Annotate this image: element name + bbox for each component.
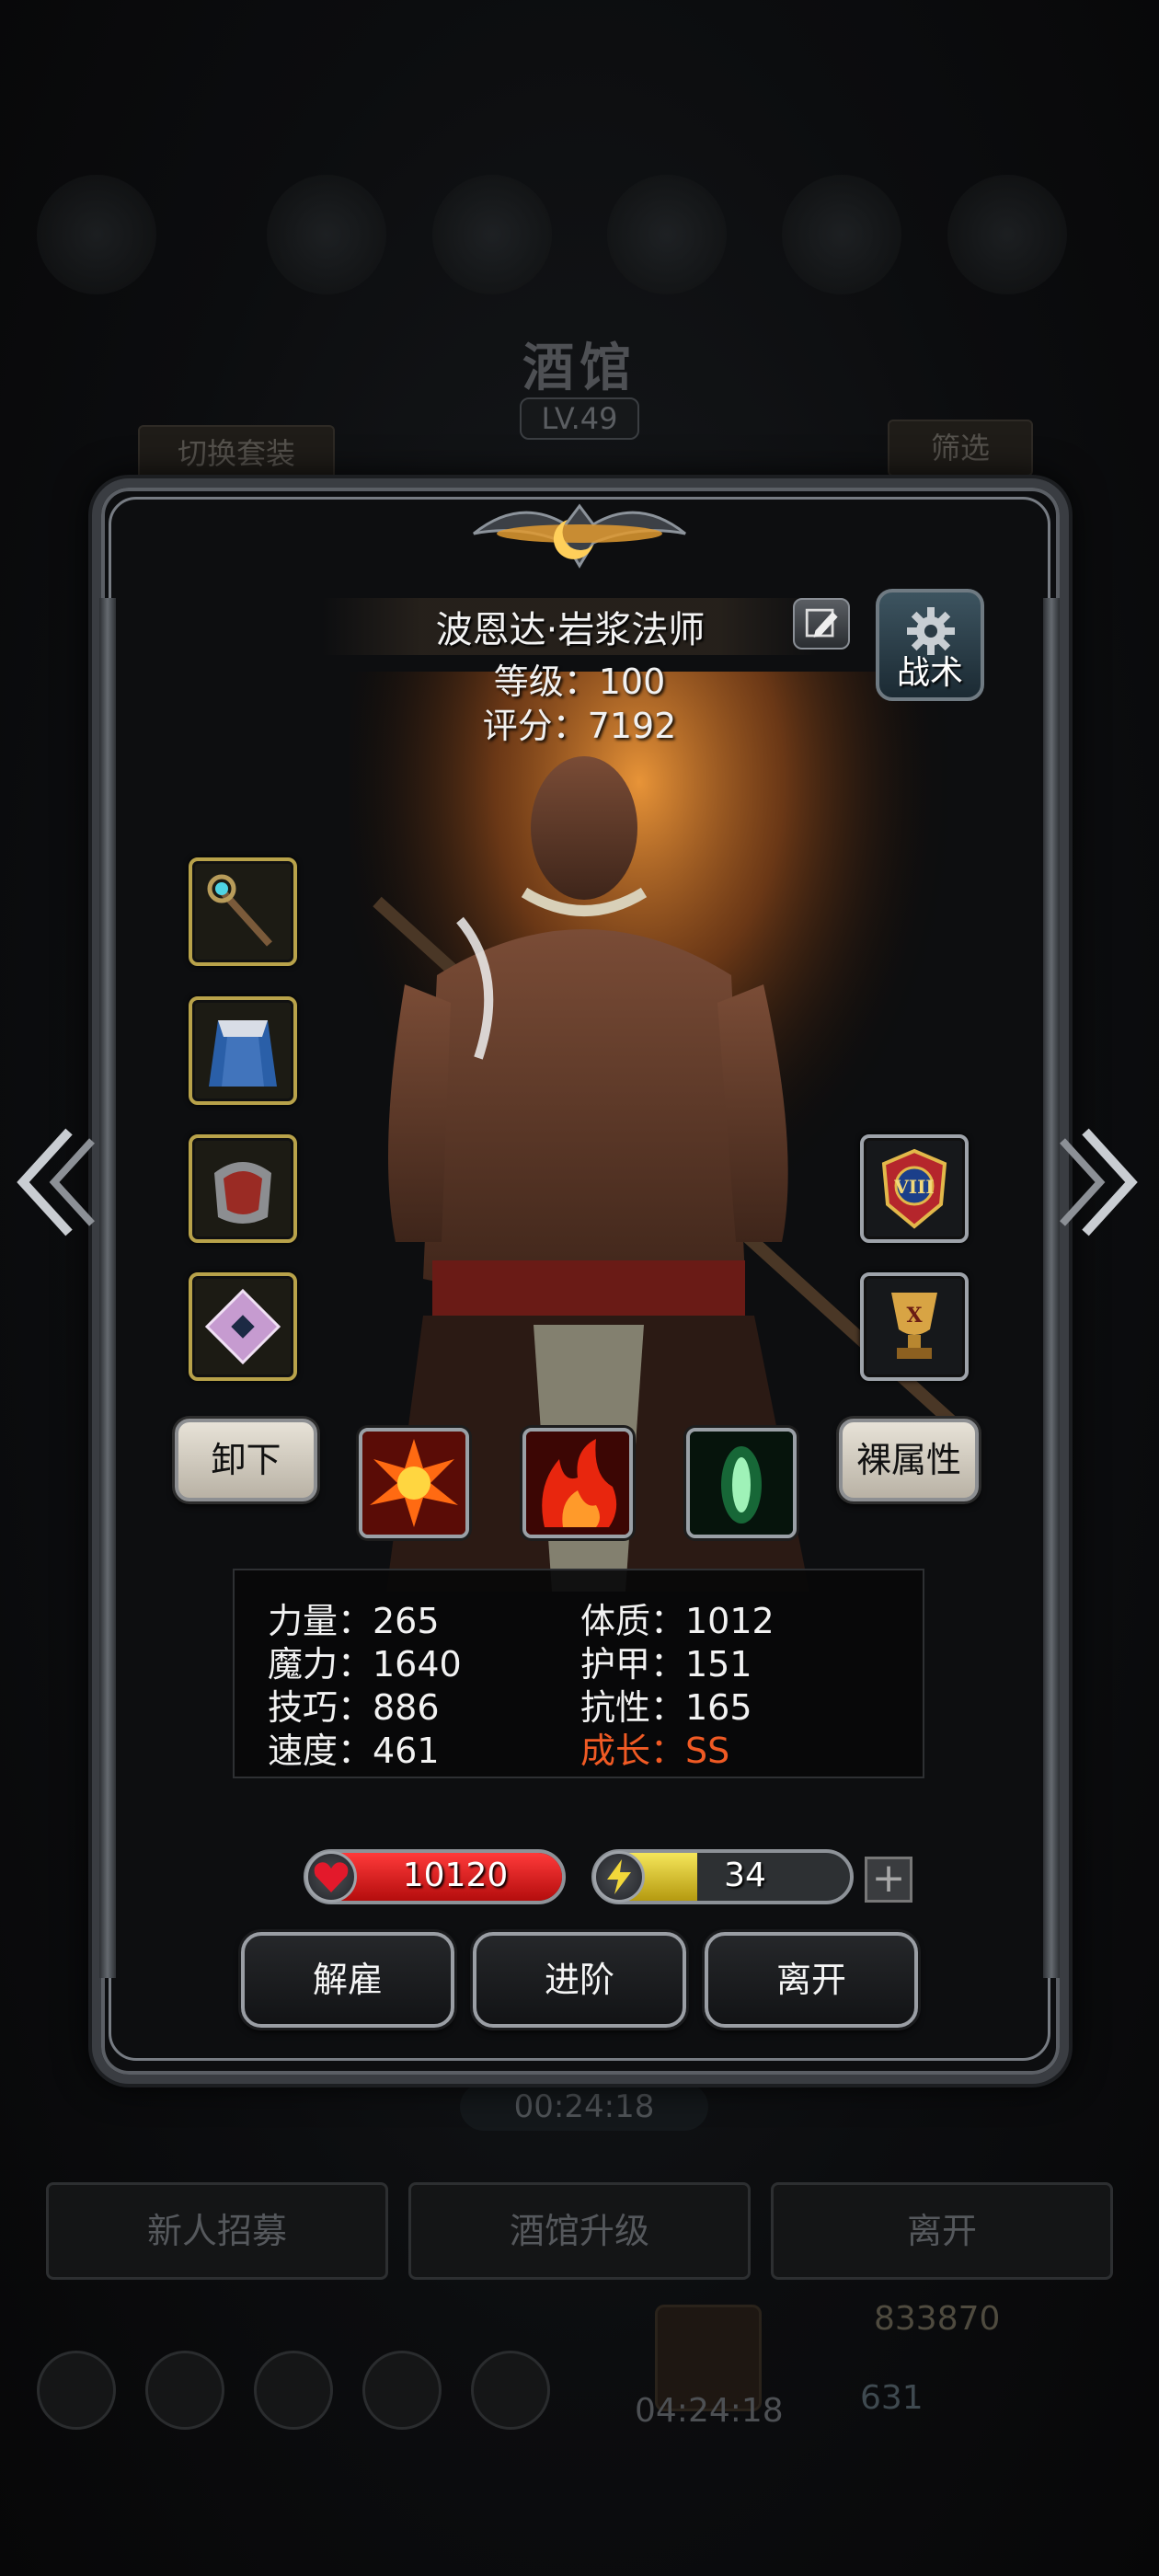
- trophy-icon: X: [891, 1293, 937, 1359]
- bg-icon: [37, 175, 156, 294]
- add-energy-button[interactable]: +: [865, 1857, 912, 1903]
- tactics-button[interactable]: 战术: [876, 589, 984, 701]
- background-leave-button: 离开: [771, 2182, 1113, 2280]
- background-timer-bottom: 04:24:18: [635, 2392, 784, 2430]
- bg-round-icon: [362, 2351, 442, 2430]
- frame-edge-left: [99, 598, 116, 1978]
- filter-button: 筛选: [888, 420, 1033, 477]
- heart-glyph: [314, 1862, 349, 1892]
- hero-name: 波恩达·岩浆法师: [435, 609, 706, 651]
- flame-icon: [526, 1432, 629, 1535]
- tactics-label: 战术: [896, 654, 963, 692]
- skill-slot-3[interactable]: [686, 1428, 797, 1538]
- bg-icon: [607, 175, 727, 294]
- tavern-level: LV.49: [520, 397, 639, 440]
- trophy-badge[interactable]: X: [860, 1272, 969, 1381]
- stat-speed: 速度：461: [268, 1731, 440, 1771]
- unequip-button[interactable]: 卸下: [175, 1419, 317, 1501]
- pencil-icon: [805, 608, 838, 638]
- equip-slot-rune[interactable]: [189, 1272, 297, 1381]
- recruit-button: 新人招募: [46, 2182, 388, 2280]
- equip-slot-weapon[interactable]: [189, 857, 297, 966]
- bg-round-icon: [37, 2351, 116, 2430]
- trophy-badge-text: X: [906, 1304, 923, 1328]
- bg-round-icon: [471, 2351, 550, 2430]
- swap-outfit-button: 切换套装: [138, 425, 335, 482]
- tavern-title: 酒馆: [522, 338, 637, 398]
- bg-icon: [947, 175, 1067, 294]
- rune-icon: [204, 1288, 281, 1365]
- bracer-icon: [214, 1162, 271, 1224]
- crescent-emblem-icon: [473, 503, 686, 569]
- skill-slot-2[interactable]: [522, 1428, 633, 1538]
- staff-icon: [207, 874, 272, 947]
- bg-icon: [782, 175, 901, 294]
- bg-icon: [267, 175, 386, 294]
- background-top-icons: [37, 175, 1122, 313]
- hp-value: 10120: [402, 1857, 509, 1894]
- cloak-icon: [209, 1020, 277, 1087]
- equip-slot-bracer[interactable]: [189, 1134, 297, 1243]
- bg-round-icon: [145, 2351, 224, 2430]
- frame-edge-right: [1043, 598, 1060, 1978]
- advance-button[interactable]: 进阶: [473, 1932, 686, 2028]
- energy-value: 34: [724, 1857, 766, 1894]
- lightning-icon: [593, 1851, 645, 1903]
- gem-amount: 631: [860, 2379, 924, 2417]
- hero-score: 评分：7192: [482, 706, 677, 746]
- bg-round-icon: [254, 2351, 333, 2430]
- stats-panel: 力量：265 魔力：1640 技巧：886 速度：461 体质：1012 护甲：…: [233, 1569, 924, 1778]
- rank-badge-icon: VIII: [881, 1148, 947, 1229]
- equip-slot-cloak[interactable]: [189, 996, 297, 1105]
- previous-hero-arrow-icon[interactable]: [14, 1122, 97, 1242]
- bg-icon: [432, 175, 552, 294]
- dismiss-button[interactable]: 解雇: [241, 1932, 454, 2028]
- stat-growth: 成长：SS: [580, 1731, 730, 1771]
- green-energy-icon: [690, 1432, 793, 1535]
- fire-burst-icon: [362, 1432, 465, 1535]
- next-hero-arrow-icon[interactable]: [1058, 1122, 1141, 1242]
- skill-slot-1[interactable]: [359, 1428, 469, 1538]
- tavern-upgrade-button: 酒馆升级: [408, 2182, 751, 2280]
- leave-button[interactable]: 离开: [705, 1932, 918, 2028]
- hero-level: 等级：100: [493, 661, 666, 702]
- lightning-glyph: [607, 1859, 631, 1894]
- background-timer: 00:24:18: [460, 2083, 708, 2131]
- rank-badge[interactable]: VIII: [860, 1134, 969, 1243]
- edit-name-button[interactable]: [793, 598, 850, 650]
- gold-amount: 833870: [874, 2300, 1001, 2338]
- rank-badge-text: VIII: [893, 1176, 935, 1198]
- base-attributes-button[interactable]: 裸属性: [839, 1419, 979, 1501]
